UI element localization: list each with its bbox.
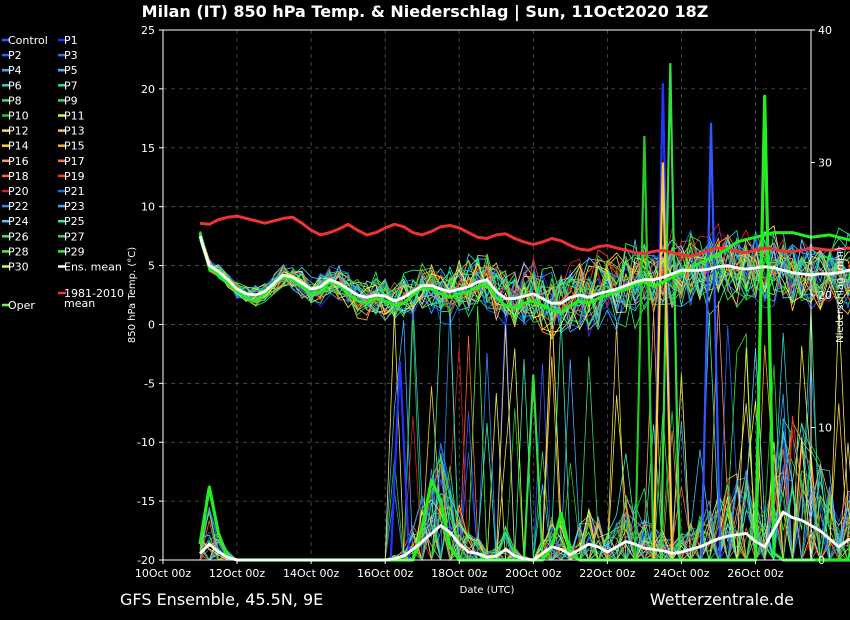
y-left-tick-label: 5: [148, 260, 155, 273]
legend-label: P5: [64, 64, 78, 77]
legend-label: P28: [8, 245, 29, 258]
chart-title: Milan (IT) 850 hPa Temp. & Niederschlag …: [142, 2, 709, 22]
legend-label: P24: [8, 215, 29, 228]
legend-label: P19: [64, 170, 85, 183]
legend-label: Ens. mean: [64, 261, 122, 274]
legend-label: P1: [64, 34, 78, 47]
y-right-tick-label: 10: [818, 422, 832, 435]
legend-label: P16: [8, 155, 29, 168]
y-left-tick-label: -15: [137, 495, 155, 508]
legend-label: mean: [64, 297, 95, 310]
x-tick-label: 12Oct 00z: [209, 567, 266, 580]
y-right-tick-label: 30: [818, 157, 832, 170]
x-tick-label: 10Oct 00z: [135, 567, 192, 580]
footer-source: GFS Ensemble, 45.5N, 9E: [120, 590, 323, 609]
footer-brand: Wetterzentrale.de: [650, 590, 794, 609]
x-tick-label: 22Oct 00z: [579, 567, 636, 580]
x-tick-label: 20Oct 00z: [505, 567, 562, 580]
y-left-tick-label: -10: [137, 436, 155, 449]
legend-label: P7: [64, 79, 78, 92]
x-tick-label: 18Oct 00z: [431, 567, 488, 580]
legend-label: P14: [8, 140, 29, 153]
legend-label: P27: [64, 230, 85, 243]
legend-label: P4: [8, 64, 22, 77]
legend-label: Control: [8, 34, 48, 47]
legend-label: P8: [8, 94, 22, 107]
y-left-tick-label: -5: [144, 377, 155, 390]
y-right-label: Niederschlag (mm): [835, 247, 846, 343]
legend-label: P26: [8, 230, 29, 243]
legend-label: P22: [8, 200, 29, 213]
legend-label: P21: [64, 185, 85, 198]
legend-label: P25: [64, 215, 85, 228]
legend-label: P15: [64, 140, 85, 153]
legend-label: Oper: [8, 299, 35, 312]
y-left-label: 850 hPa Temp. (°C): [127, 247, 138, 343]
legend-label: P18: [8, 170, 29, 183]
legend-entry: Ens. mean: [58, 261, 122, 274]
y-right-tick-label: 40: [818, 24, 832, 37]
y-left-tick-label: 0: [148, 318, 155, 331]
x-tick-label: 26Oct 00z: [727, 567, 784, 580]
x-tick-label: 24Oct 00z: [653, 567, 710, 580]
ensemble-chart: Milan (IT) 850 hPa Temp. & Niederschlag …: [0, 0, 850, 620]
x-tick-label: 14Oct 00z: [283, 567, 340, 580]
legend-label: P9: [64, 94, 78, 107]
legend-label: P23: [64, 200, 85, 213]
legend-label: P10: [8, 110, 29, 123]
legend-label: P30: [8, 261, 29, 274]
legend-label: P29: [64, 245, 85, 258]
legend-label: P3: [64, 49, 78, 62]
y-left-tick-label: -20: [137, 554, 155, 567]
legend-entry: Control: [2, 34, 48, 47]
x-tick-label: 16Oct 00z: [357, 567, 414, 580]
y-left-tick-label: 10: [141, 201, 155, 214]
legend-label: P17: [64, 155, 85, 168]
y-right-tick-label: 0: [818, 554, 825, 567]
legend-label: P20: [8, 185, 29, 198]
y-left-tick-label: 25: [141, 24, 155, 37]
y-left-tick-label: 15: [141, 142, 155, 155]
legend-label: P13: [64, 125, 85, 138]
legend-label: P6: [8, 79, 22, 92]
legend-label: P12: [8, 125, 29, 138]
y-right-tick-label: 20: [818, 289, 832, 302]
x-axis-label: Date (UTC): [460, 585, 515, 596]
y-left-tick-label: 20: [141, 83, 155, 96]
legend-label: P2: [8, 49, 22, 62]
legend-label: P11: [64, 110, 85, 123]
